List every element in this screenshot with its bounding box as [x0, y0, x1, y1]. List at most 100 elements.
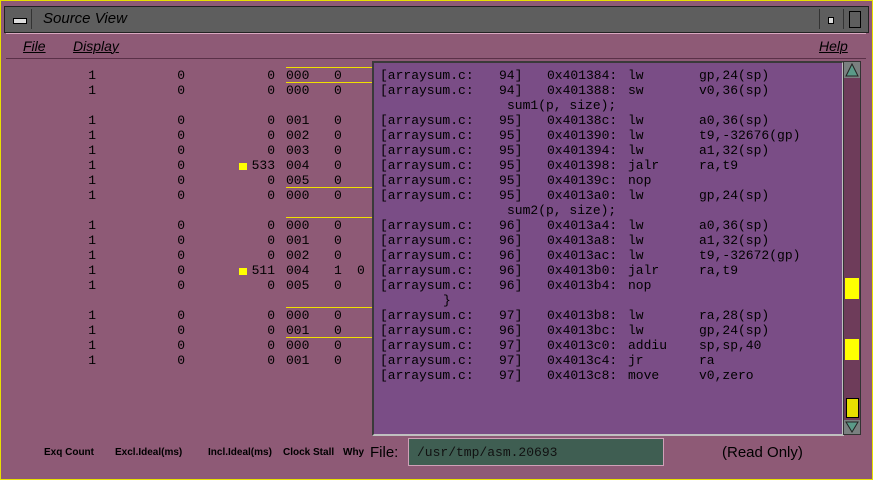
incl-ideal-cell: 511: [251, 263, 275, 278]
incl-ideal-cell: 0: [267, 113, 275, 128]
exq-count-cell: 1: [88, 263, 96, 278]
asm-address: 0x4013b8:: [547, 308, 618, 323]
window-menu-button[interactable]: [7, 9, 32, 29]
exq-count-cell: 1: [88, 218, 96, 233]
menu-help[interactable]: Help: [819, 38, 848, 54]
column-header-incl-ideal: Incl.Ideal(ms): [208, 447, 272, 458]
hotspot-marker-icon: [239, 268, 247, 275]
exq-count-cell: 1: [88, 83, 96, 98]
vertical-scrollbar[interactable]: [843, 61, 861, 435]
asm-file: [arraysum.c:: [380, 143, 474, 158]
asm-opcode: lw: [628, 323, 644, 338]
excl-ideal-cell: 0: [177, 308, 185, 323]
asm-operands: gp,24(sp): [699, 188, 770, 203]
excl-ideal-cell: 0: [177, 68, 185, 83]
exq-count-cell: 1: [88, 128, 96, 143]
asm-operands: v0,36(sp): [699, 83, 770, 98]
clock-cell: 002: [286, 128, 310, 143]
asm-opcode: jalr: [628, 263, 660, 278]
asm-file: [arraysum.c:: [380, 368, 474, 383]
incl-ideal-cell: 0: [267, 188, 275, 203]
asm-opcode: lw: [628, 113, 644, 128]
excl-ideal-cell: 0: [177, 278, 185, 293]
stall-cell: 0: [334, 218, 342, 233]
source-view-pane[interactable]: [arraysum.c: 94] 0x401384: lw gp,24(sp) [arra…: [372, 61, 844, 436]
excl-ideal-cell: 0: [177, 113, 185, 128]
asm-file: [arraysum.c:: [380, 188, 474, 203]
hotspot-marker[interactable]: [845, 339, 859, 360]
clock-cell: 004: [286, 158, 310, 173]
minimize-button[interactable]: [819, 9, 842, 29]
asm-line-number: 97]: [499, 353, 523, 368]
excl-ideal-cell: 0: [177, 188, 185, 203]
exq-count-cell: 1: [88, 308, 96, 323]
asm-line-number: 96]: [499, 323, 523, 338]
stall-cell: 0: [334, 353, 342, 368]
maximize-button[interactable]: [843, 9, 866, 29]
clock-cell: 001: [286, 353, 310, 368]
incl-ideal-cell: 0: [267, 68, 275, 83]
clock-cell: 000: [286, 83, 310, 98]
read-only-status: (Read Only): [722, 444, 803, 461]
asm-line-number: 96]: [499, 278, 523, 293]
column-header-clock-stall: Clock Stall: [283, 447, 335, 458]
file-label: File:: [370, 444, 399, 461]
asm-opcode: jalr: [628, 158, 660, 173]
asm-address: 0x4013a0:: [547, 188, 618, 203]
menu-file[interactable]: File: [23, 38, 46, 54]
clock-cell: 003: [286, 143, 310, 158]
clock-cell: 005: [286, 173, 310, 188]
source-line: sum1(p, size);: [507, 98, 617, 113]
excl-ideal-cell: 0: [177, 263, 185, 278]
asm-opcode: lw: [628, 248, 644, 263]
asm-file: [arraysum.c:: [380, 308, 474, 323]
asm-file: [arraysum.c:: [380, 323, 474, 338]
asm-opcode: nop: [628, 173, 652, 188]
stall-cell: 0: [334, 323, 342, 338]
title-bar[interactable]: Source View: [4, 6, 869, 33]
exq-count-cell: 1: [88, 143, 96, 158]
asm-line-number: 95]: [499, 158, 523, 173]
clock-cell: 000: [286, 218, 310, 233]
stall-cell: 0: [334, 158, 342, 173]
asm-address: 0x4013c4:: [547, 353, 618, 368]
asm-file: [arraysum.c:: [380, 128, 474, 143]
incl-ideal-cell: 533: [251, 158, 275, 173]
asm-address: 0x401388:: [547, 83, 618, 98]
incl-ideal-cell: 0: [267, 143, 275, 158]
asm-operands: t9,-32672(gp): [699, 248, 801, 263]
asm-operands: gp,24(sp): [699, 323, 770, 338]
asm-line-number: 94]: [499, 68, 523, 83]
incl-ideal-cell: 0: [267, 278, 275, 293]
asm-operands: gp,24(sp): [699, 68, 770, 83]
asm-address: 0x4013c8:: [547, 368, 618, 383]
exq-count-cell: 1: [88, 248, 96, 263]
stall-cell: 0: [334, 173, 342, 188]
asm-address: 0x4013b0:: [547, 263, 618, 278]
asm-opcode: jr: [628, 353, 644, 368]
stall-cell: 0: [334, 188, 342, 203]
scroll-down-button[interactable]: [844, 420, 860, 434]
asm-address: 0x401384:: [547, 68, 618, 83]
clock-cell: 001: [286, 113, 310, 128]
stall-cell: 0: [334, 143, 342, 158]
scroll-up-button[interactable]: [844, 62, 860, 78]
hotspot-marker[interactable]: [845, 278, 859, 299]
excl-ideal-cell: 0: [177, 353, 185, 368]
scroll-thumb[interactable]: [846, 398, 859, 418]
asm-operands: a0,36(sp): [699, 113, 770, 128]
asm-file: [arraysum.c:: [380, 353, 474, 368]
asm-address: 0x4013ac:: [547, 248, 618, 263]
asm-file: [arraysum.c:: [380, 278, 474, 293]
incl-ideal-cell: 0: [267, 338, 275, 353]
stall-cell: 0: [334, 278, 342, 293]
clock-cell: 000: [286, 188, 310, 203]
asm-opcode: lw: [628, 128, 644, 143]
exq-count-cell: 1: [88, 353, 96, 368]
asm-file: [arraysum.c:: [380, 338, 474, 353]
clock-cell: 002: [286, 248, 310, 263]
source-line: sum2(p, size);: [507, 203, 617, 218]
menu-display[interactable]: Display: [73, 38, 119, 54]
asm-operands: ra,28(sp): [699, 308, 770, 323]
file-path-field[interactable]: /usr/tmp/asm.20693: [408, 438, 664, 466]
